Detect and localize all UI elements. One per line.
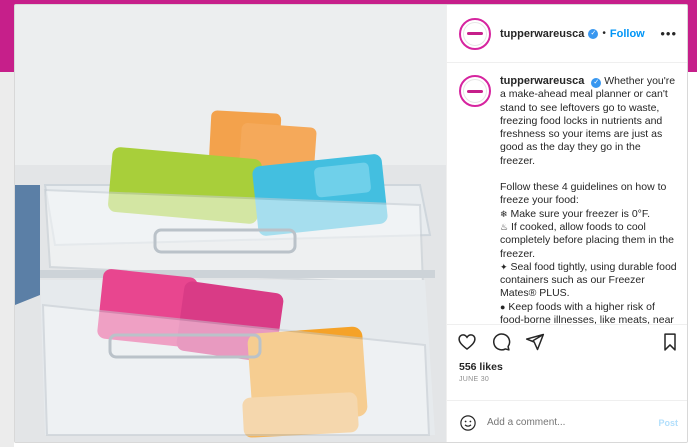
comment-icon[interactable] (491, 332, 511, 352)
caption-text: tupperwareusca ✓ Whether you're a make-a… (500, 75, 677, 324)
caption-section: tupperwareusca ✓ Whether you're a make-a… (447, 63, 687, 325)
caption-tip-4: Keep foods with a higher risk of food-bo… (500, 300, 674, 325)
share-icon[interactable] (525, 332, 545, 352)
caption-guidelines-intro: Follow these 4 guidelines on how to free… (500, 181, 667, 207)
heart-icon[interactable] (457, 332, 477, 352)
background-left-strip (0, 72, 14, 447)
caption-tip-2: If cooked, allow foods to cool completel… (500, 220, 674, 260)
freezer-containers-image (15, 5, 446, 442)
more-options-icon[interactable]: ••• (660, 26, 677, 41)
verified-badge-icon: ✓ (591, 77, 602, 88)
caption-intro: Whether you're a make-ahead meal planner… (500, 75, 676, 167)
post-photo[interactable] (15, 5, 446, 442)
caption-tip-3: Seal food tightly, using durable food co… (500, 260, 677, 300)
likes-count[interactable]: 556 likes (447, 361, 687, 373)
caption-avatar[interactable] (459, 75, 491, 107)
avatar[interactable] (459, 17, 491, 50)
snowflake-emoji-icon: ❄ (500, 208, 508, 219)
post-header: tupperwareusca ✓ • Follow ••• (447, 5, 687, 63)
sparkle-emoji-icon: ✦ (500, 261, 508, 272)
avatar-logo (463, 21, 487, 46)
post-comment-button[interactable]: Post (658, 418, 678, 428)
verified-badge-icon: ✓ (588, 28, 599, 39)
avatar-logo (463, 79, 487, 103)
caption-username[interactable]: tupperwareusca (500, 75, 584, 87)
separator-dot: • (602, 28, 606, 39)
caption-tip-1: Make sure your freezer is 0°F. (510, 207, 651, 220)
post-date: JUNE 30 (459, 376, 490, 383)
comment-box: Post (447, 400, 687, 442)
instagram-post-card: tupperwareusca ✓ • Follow ••• tupperware… (14, 4, 688, 443)
thermometer-emoji-icon: ♨ (500, 221, 509, 232)
meat-emoji-icon: ● (500, 301, 506, 312)
comment-input[interactable] (487, 417, 637, 428)
bookmark-icon[interactable] (661, 332, 679, 352)
action-bar (447, 325, 687, 359)
follow-button[interactable]: Follow (610, 28, 645, 40)
emoji-icon[interactable] (459, 414, 477, 432)
post-sidebar: tupperwareusca ✓ • Follow ••• tupperware… (446, 5, 687, 442)
header-username[interactable]: tupperwareusca (500, 28, 584, 40)
